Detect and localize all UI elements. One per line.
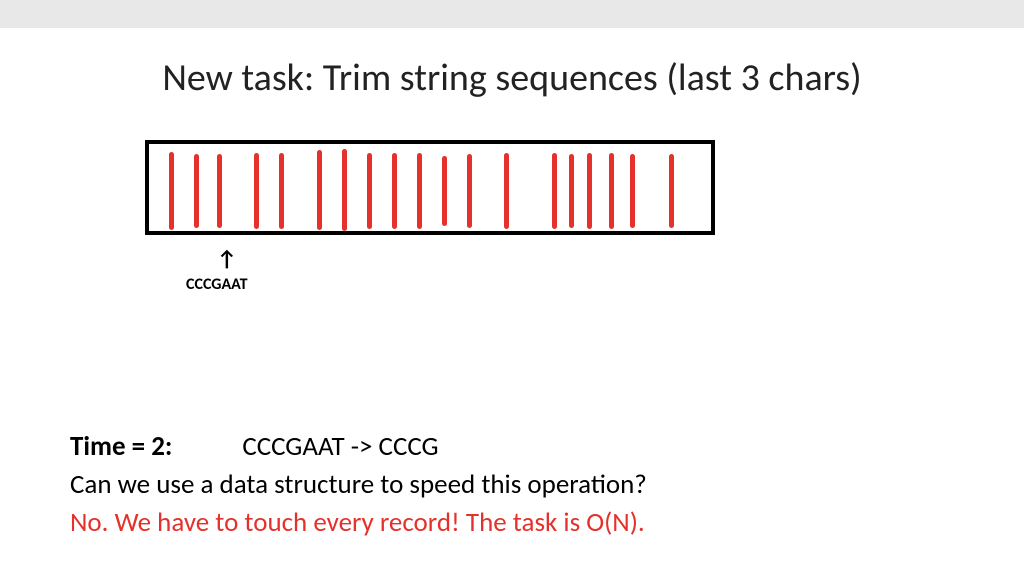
array-element-stroke	[279, 153, 284, 229]
time-transform: CCCGAAT -> CCCG	[242, 430, 438, 463]
array-strokes	[159, 150, 701, 225]
top-bar	[0, 0, 1024, 28]
array-element-stroke	[417, 153, 422, 229]
array-element-stroke	[669, 154, 674, 228]
array-element-stroke	[609, 153, 614, 229]
array-element-stroke	[217, 154, 222, 228]
arrow-label: CCCGAAT	[186, 275, 248, 294]
array-element-stroke	[587, 153, 592, 229]
array-element-stroke	[367, 153, 372, 229]
question-line: Can we use a data structure to speed thi…	[70, 468, 647, 501]
array-element-stroke	[442, 156, 447, 226]
up-arrow-icon: ↑	[217, 245, 237, 272]
array-element-stroke	[630, 154, 635, 228]
answer-line: No. We have to touch every record! The t…	[70, 506, 645, 539]
array-element-stroke	[569, 154, 574, 228]
array-element-stroke	[194, 154, 199, 228]
array-element-stroke	[392, 153, 397, 229]
array-box	[145, 140, 715, 235]
array-element-stroke	[467, 154, 472, 228]
array-element-stroke	[169, 152, 174, 230]
slide-title: New task: Trim string sequences (last 3 …	[0, 55, 1024, 101]
time-label: Time = 2:	[70, 430, 172, 463]
array-element-stroke	[254, 153, 259, 229]
array-element-stroke	[552, 153, 557, 229]
time-line: Time = 2: CCCGAAT -> CCCG	[70, 430, 439, 463]
array-element-stroke	[342, 149, 347, 231]
array-element-stroke	[317, 150, 322, 230]
array-element-stroke	[504, 153, 509, 229]
